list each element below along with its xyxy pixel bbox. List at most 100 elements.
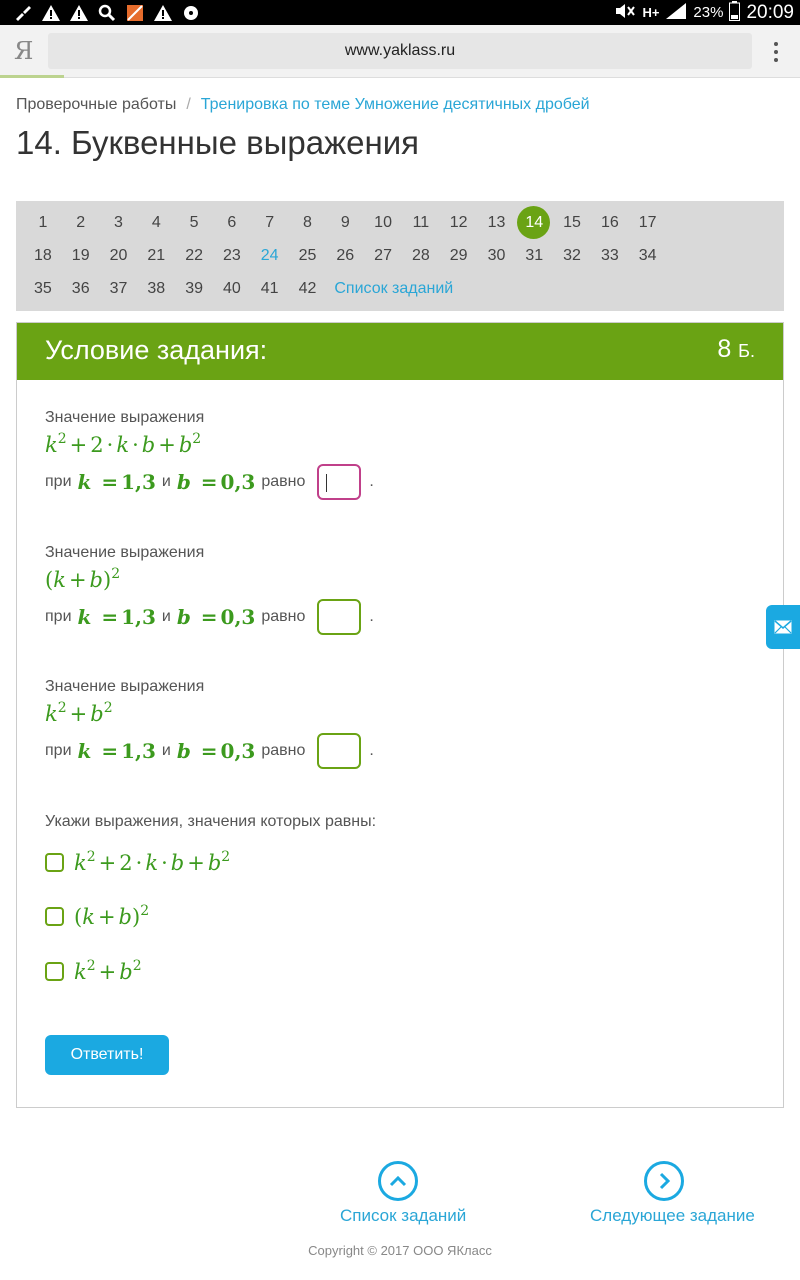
signal-icon [665,2,687,24]
task-number-5[interactable]: 5 [175,206,213,239]
next-task-button[interactable] [644,1161,684,1201]
choose-label: Укажи выражения, значения которых равны: [45,813,377,830]
battery-level: 23% [693,4,724,21]
question-2: Значение выражения (k + b)2 при k = 1,3 и b… [45,544,374,636]
task-number-9[interactable]: 9 [326,206,364,239]
task-number-15[interactable]: 15 [553,206,591,239]
task-number-29[interactable]: 29 [440,239,478,272]
task-number-25[interactable]: 25 [289,239,327,272]
task-number-12[interactable]: 12 [440,206,478,239]
disc-icon [180,3,202,23]
copyright: Copyright © 2017 ООО ЯКласс [308,1243,492,1258]
task-number-20[interactable]: 20 [100,239,138,272]
submit-button[interactable]: Ответить! [45,1035,169,1075]
warning-icon [40,3,62,23]
system-status: H+ 23% 20:09 [614,0,794,25]
browser-menu-icon[interactable] [768,37,784,67]
browser-toolbar: Я www.yaklass.ru [0,25,800,78]
condition-row: при k = 1,3 и b = 0,3 равно . [45,463,374,501]
crossed-app-icon [124,3,146,23]
task-number-36[interactable]: 36 [62,272,100,305]
chevron-right-icon [659,1172,671,1190]
choice-3[interactable]: k2 + b2 [45,954,142,988]
task-number-3[interactable]: 3 [100,206,138,239]
task-points: 8 Б. [717,335,755,363]
task-number-22[interactable]: 22 [175,239,213,272]
battery-icon [729,0,741,25]
expression-1: k2 +2 · k · b + b2 [45,431,202,457]
question-label: Значение выражения [45,409,205,426]
task-number-1[interactable]: 1 [24,206,62,239]
task-number-16[interactable]: 16 [591,206,629,239]
task-number-39[interactable]: 39 [175,272,213,305]
task-number-28[interactable]: 28 [402,239,440,272]
task-list-link[interactable]: Список заданий [340,1206,466,1226]
task-number-41[interactable]: 41 [251,272,289,305]
task-number-40[interactable]: 40 [213,272,251,305]
brush-icon [12,3,34,23]
breadcrumb-root[interactable]: Проверочные работы [16,96,176,114]
mute-icon [614,3,636,23]
task-number-31[interactable]: 31 [515,239,553,272]
task-number-4[interactable]: 4 [137,206,175,239]
task-number-18[interactable]: 18 [24,239,62,272]
address-bar[interactable]: www.yaklass.ru [48,33,752,69]
task-number-17[interactable]: 17 [629,206,667,239]
task-number-30[interactable]: 30 [478,239,516,272]
task-list-up-button[interactable] [378,1161,418,1201]
task-number-7[interactable]: 7 [251,206,289,239]
answer-input-1[interactable] [317,464,362,500]
logo-underline [0,75,64,78]
task-header: Условие задания: 8 Б. [17,323,783,380]
next-task-link[interactable]: Следующее задание [590,1206,755,1226]
breadcrumb-current[interactable]: Тренировка по теме Умножение десятичных … [201,96,590,114]
feedback-tab[interactable] [766,605,800,649]
checkbox-1[interactable] [45,852,64,872]
question-3: Значение выражения k2 + b2 при k = 1,3 и b … [45,678,374,770]
task-number-23[interactable]: 23 [213,239,251,272]
checkbox-3[interactable] [45,961,64,981]
task-number-10[interactable]: 10 [364,206,402,239]
task-list-grid-link[interactable]: Список заданий [334,272,453,305]
page-title: 14. Буквенные выражения [16,124,420,161]
yandex-logo[interactable]: Я [14,37,33,65]
answer-input-2[interactable] [317,599,362,635]
breadcrumb: Проверочные работы / Тренировка по теме … [16,96,590,114]
task-number-24[interactable]: 24 [251,239,289,272]
checkbox-2[interactable] [45,906,64,926]
task-number-grid: 1 2 3 4 5 6 7 8 9 10 11 12 13 14 15 16 17 18 19 20 21 22 23 24… [16,201,784,311]
task-number-14[interactable]: 14 [515,206,553,239]
expression-2: (k + b)2 [45,566,121,592]
task-number-33[interactable]: 33 [591,239,629,272]
task-card: Условие задания: 8 Б. Значение выражения… [16,322,784,1108]
question-1: Значение выражения k2 +2 · k · b + b2 при k = 1,… [45,409,374,501]
task-number-35[interactable]: 35 [24,272,62,305]
task-number-6[interactable]: 6 [213,206,251,239]
task-number-42[interactable]: 42 [289,272,327,305]
task-number-8[interactable]: 8 [289,206,327,239]
url-text: www.yaklass.ru [344,42,456,59]
choice-1[interactable]: k2 +2 · k · b + b2 [45,845,230,879]
question-label: Значение выражения [45,678,205,695]
answer-input-3[interactable] [317,733,362,769]
task-number-32[interactable]: 32 [553,239,591,272]
task-number-37[interactable]: 37 [100,272,138,305]
task-number-2[interactable]: 2 [62,206,100,239]
task-number-34[interactable]: 34 [629,239,667,272]
task-number-38[interactable]: 38 [137,272,175,305]
task-number-13[interactable]: 13 [478,206,516,239]
breadcrumb-separator: / [186,96,191,113]
task-number-row: 18 19 20 21 22 23 24 25 26 27 28 29 30 31 32 33 34 [24,239,667,272]
envelope-icon [774,620,792,634]
condition-row: при k = 1,3 и b = 0,3 равно . [45,598,374,636]
task-header-title: Условие задания: [45,335,268,365]
warning-icon [152,3,174,23]
task-number-26[interactable]: 26 [326,239,364,272]
question-label: Значение выражения [45,544,205,561]
task-number-19[interactable]: 19 [62,239,100,272]
condition-row: при k = 1,3 и b = 0,3 равно . [45,732,374,770]
choice-2[interactable]: (k + b)2 [45,899,149,933]
task-number-21[interactable]: 21 [137,239,175,272]
task-number-27[interactable]: 27 [364,239,402,272]
task-number-11[interactable]: 11 [402,206,440,239]
